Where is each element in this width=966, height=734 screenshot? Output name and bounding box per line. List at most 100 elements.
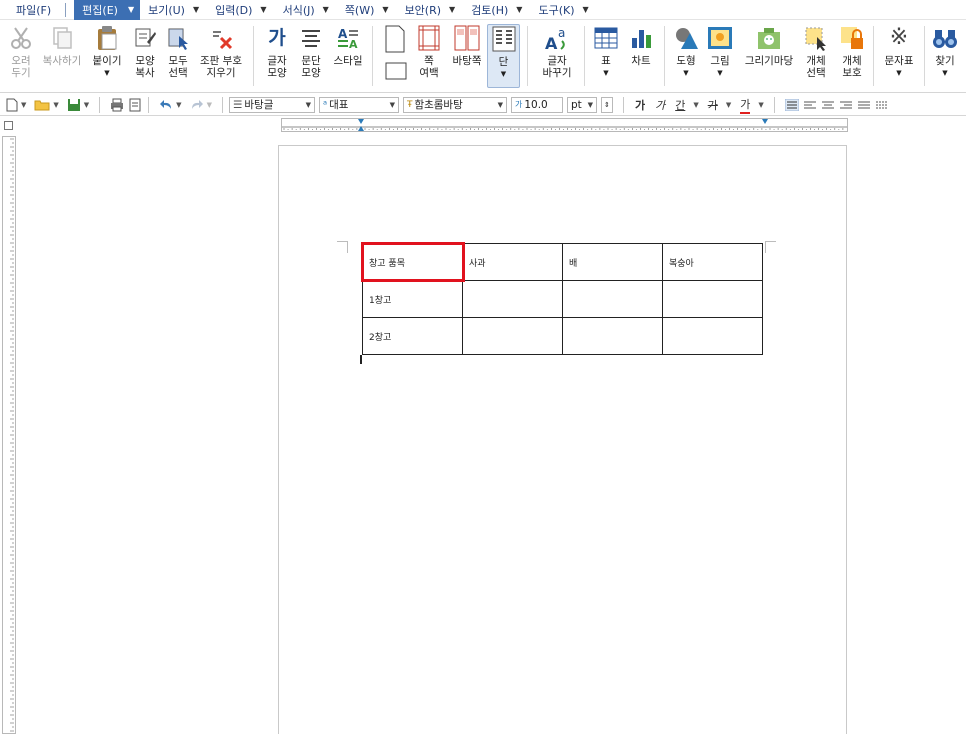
table-cell[interactable]: 사과 <box>462 243 563 281</box>
strike-button[interactable]: 가 <box>708 97 718 113</box>
drawing-button[interactable]: 그리기마당 <box>740 24 798 67</box>
chevron-down-icon[interactable]: ▼ <box>717 67 722 79</box>
bold-button[interactable]: 가 <box>635 97 645 113</box>
align-distribute-icon[interactable] <box>857 97 871 113</box>
table-cell[interactable] <box>562 317 663 355</box>
select-all-button[interactable]: 모두 선택 <box>163 24 193 79</box>
vertical-ruler[interactable] <box>2 136 16 734</box>
char-map-button[interactable]: ※ 문자표 ▼ <box>880 24 918 79</box>
document-page[interactable] <box>278 145 847 734</box>
save-icon[interactable] <box>67 97 81 113</box>
italic-button[interactable]: 가 <box>655 97 665 113</box>
chevron-down-icon[interactable]: ▼ <box>390 101 395 109</box>
menu-insert[interactable]: 입력(D) ▼ <box>207 0 274 20</box>
table-cell[interactable] <box>662 317 763 355</box>
paste-button[interactable]: 붙이기 ▼ <box>90 24 124 79</box>
align-split-icon[interactable] <box>875 97 889 113</box>
shape-button[interactable]: 도형 ▼ <box>671 24 701 79</box>
table-cell[interactable]: 배 <box>562 243 663 281</box>
style-button[interactable]: AA 스타일 <box>331 24 365 67</box>
page-icon-button[interactable] <box>380 24 410 57</box>
menu-security[interactable]: 보안(R) ▼ <box>397 0 464 20</box>
preview-icon[interactable] <box>128 97 142 113</box>
columns-button[interactable]: 단 ▼ <box>487 24 520 88</box>
para-shape-button[interactable]: 문단 모양 <box>296 24 326 79</box>
chevron-down-icon[interactable]: ▼ <box>104 67 109 79</box>
chart-button[interactable]: 차트 <box>626 24 656 67</box>
chevron-down-icon[interactable]: ▼ <box>588 101 593 109</box>
align-center-icon[interactable] <box>821 97 835 113</box>
char-shape-button[interactable]: 가 글자 모양 <box>262 24 292 80</box>
chevron-down-icon[interactable]: ▼ <box>128 5 134 14</box>
format-copy-button[interactable]: 모양 복사 <box>129 24 161 79</box>
table-cell[interactable]: 복숭아 <box>662 243 763 281</box>
unit-combo[interactable]: pt ▼ <box>566 96 597 113</box>
document-table[interactable]: 창고 품목 사과 배 복숭아 1창고 2창고 <box>362 243 763 355</box>
menu-format[interactable]: 서식(J) ▼ <box>275 0 337 20</box>
chevron-down-icon[interactable]: ▼ <box>758 101 763 109</box>
chevron-down-icon[interactable]: ▼ <box>306 101 311 109</box>
redo-icon[interactable] <box>190 97 204 113</box>
table-cell[interactable] <box>462 317 563 355</box>
chevron-down-icon[interactable]: ▼ <box>21 101 26 109</box>
print-icon[interactable] <box>110 97 124 113</box>
chevron-down-icon[interactable]: ▼ <box>516 5 522 14</box>
copy-button[interactable]: 복사하기 <box>38 24 86 67</box>
chevron-down-icon[interactable]: ▼ <box>498 101 503 109</box>
chevron-down-icon[interactable]: ▼ <box>896 67 901 79</box>
cut-button[interactable]: 오려 두기 <box>6 24 36 79</box>
table-cell[interactable]: 1창고 <box>362 280 463 318</box>
table-cell[interactable] <box>662 280 763 318</box>
open-folder-icon[interactable] <box>34 97 50 113</box>
chevron-down-icon[interactable]: ▼ <box>683 67 688 79</box>
size-spinner[interactable]: ⇕ <box>600 96 613 113</box>
chevron-down-icon[interactable]: ▼ <box>449 5 455 14</box>
align-justify-icon[interactable] <box>784 97 799 113</box>
chevron-down-icon[interactable]: ▼ <box>323 5 329 14</box>
table-cell[interactable] <box>562 280 663 318</box>
chevron-down-icon[interactable]: ▼ <box>207 101 212 109</box>
chevron-down-icon[interactable]: ▼ <box>726 101 731 109</box>
chevron-down-icon[interactable]: ▼ <box>693 101 698 109</box>
chevron-down-icon[interactable]: ▼ <box>501 68 506 80</box>
font-size-combo[interactable]: 가 10.0 <box>510 96 563 113</box>
style-combo[interactable]: ☰ 바탕글 ▼ <box>228 96 315 113</box>
find-button[interactable]: 찾기 ▼ <box>930 24 960 79</box>
ruler-toggle[interactable] <box>4 121 13 130</box>
align-right-icon[interactable] <box>839 97 853 113</box>
background-page-button[interactable]: 바탕쪽 <box>450 24 484 67</box>
language-combo[interactable]: ᵃ 대표 ▼ <box>318 96 399 113</box>
chevron-down-icon[interactable]: ▼ <box>583 5 589 14</box>
margin-button[interactable]: 쪽 여백 <box>414 24 444 79</box>
font-color-button[interactable]: 가 <box>740 96 751 114</box>
table-cell[interactable]: 2창고 <box>362 317 463 355</box>
chevron-down-icon[interactable]: ▼ <box>53 101 58 109</box>
menu-page[interactable]: 쪽(W) ▼ <box>337 0 397 20</box>
undo-icon[interactable] <box>159 97 173 113</box>
horizontal-ruler[interactable] <box>281 118 848 132</box>
menu-tools[interactable]: 도구(K) ▼ <box>530 0 596 20</box>
underline-button[interactable]: 간 <box>675 97 685 113</box>
menu-review[interactable]: 검토(H) ▼ <box>463 0 530 20</box>
page-small-button[interactable] <box>381 60 411 85</box>
table-cell[interactable]: 창고 품목 <box>362 243 463 281</box>
menu-view[interactable]: 보기(U) ▼ <box>140 0 207 20</box>
object-protect-button[interactable]: 개체 보호 <box>836 24 868 79</box>
menu-edit[interactable]: 편집(E) ▼ <box>74 0 141 20</box>
menu-file[interactable]: 파일(F) <box>0 2 67 17</box>
replace-button[interactable]: Aa 글자 바꾸기 <box>536 24 578 79</box>
chevron-down-icon[interactable]: ▼ <box>176 101 181 109</box>
font-combo[interactable]: Ŧ 함초롬바탕 ▼ <box>402 96 507 113</box>
picture-button[interactable]: 그림 ▼ <box>705 24 735 79</box>
chevron-down-icon[interactable]: ▼ <box>382 5 388 14</box>
chevron-down-icon[interactable]: ▼ <box>260 5 266 14</box>
chevron-down-icon[interactable]: ▼ <box>942 67 947 79</box>
object-select-button[interactable]: 개체 선택 <box>801 24 831 79</box>
chevron-down-icon[interactable]: ▼ <box>84 101 89 109</box>
new-doc-icon[interactable] <box>6 97 18 113</box>
chevron-down-icon[interactable]: ▼ <box>193 5 199 14</box>
align-left-icon[interactable] <box>803 97 817 113</box>
chevron-down-icon[interactable]: ▼ <box>603 67 608 79</box>
clear-codes-button[interactable]: 조판 부호 지우기 <box>196 24 246 79</box>
table-button[interactable]: 표 ▼ <box>592 24 620 79</box>
